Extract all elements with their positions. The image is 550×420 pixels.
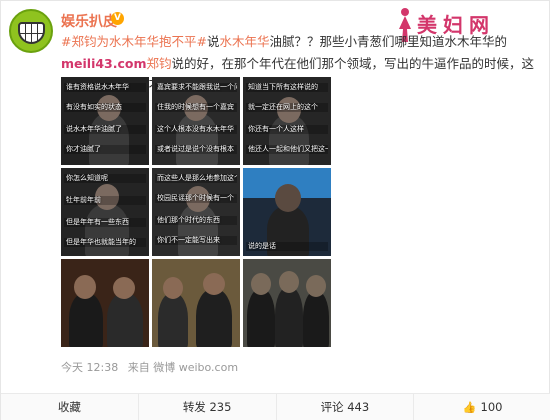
image-thumbnail[interactable] — [152, 259, 240, 347]
post-text-segment: 油腻？？那些小青葱们哪里知道水木年华的 — [269, 34, 507, 49]
action-bar: 收藏 转发 235 评论 443 👍 100 — [1, 393, 550, 420]
post-text-segment: 说 — [206, 34, 220, 49]
post-time[interactable]: 今天 12:38 — [61, 361, 118, 374]
image-thumbnail[interactable] — [243, 259, 331, 347]
source-label: 来自 — [127, 361, 150, 374]
thumbs-up-icon: 👍 — [462, 401, 477, 414]
image-thumbnail[interactable] — [61, 259, 149, 347]
watermark-url: meili43.com — [61, 56, 147, 71]
comment-label: 评论 443 — [320, 400, 370, 414]
image-thumbnail[interactable]: 知道当下所有这样说的 就一定还在网上的这个 你还有一个人这样 他还人一起和他们又… — [243, 77, 331, 165]
repost-label: 转发 235 — [182, 400, 232, 414]
author-name[interactable]: 娱乐扒皮 — [61, 11, 117, 31]
image-thumbnail[interactable]: 嘉宾要求不能跟我说一个问题 住我的时候想有一个嘉宾 这个人根本没有水木年华 或者… — [152, 77, 240, 165]
comment-button[interactable]: 评论 443 — [277, 394, 415, 420]
image-thumbnail[interactable]: 说的是话 — [243, 168, 331, 256]
post-meta: 今天 12:38 来自 微博 weibo.com — [61, 359, 238, 375]
hashtag-link[interactable]: #郑钧为水木年华抱不平# — [61, 34, 207, 49]
image-thumbnail[interactable]: 而这些人是那么地参加这个节目 校园民谣那个时候有一个 他们那个时代的东西 你们不… — [152, 168, 240, 256]
image-thumbnail[interactable]: 谁有资格说水木年华 有没有如实的状态 说水木年华油腻了 你才油腻了 — [61, 77, 149, 165]
favorite-button[interactable]: 收藏 — [1, 394, 139, 420]
like-button[interactable]: 👍 100 — [414, 394, 550, 420]
mention-link[interactable]: 水木年华 — [219, 34, 269, 49]
image-thumbnail[interactable]: 你怎么知道呢 牡年前年前 但是年年有一些东西 但是年华也就能当年的 — [61, 168, 149, 256]
avatar[interactable] — [9, 9, 53, 53]
favorite-label: 收藏 — [57, 400, 81, 414]
post-source[interactable]: 微博 weibo.com — [153, 361, 238, 374]
weibo-post-card: 娱乐扒皮 V 美妇网 #郑钧为水木年华抱不平#说水木年华油腻？？那些小青葱们哪里… — [0, 0, 550, 420]
verified-badge-icon: V — [111, 12, 124, 25]
like-count: 100 — [480, 400, 503, 414]
grin-face-icon — [18, 22, 45, 44]
image-grid: 谁有资格说水木年华 有没有如实的状态 说水木年华油腻了 你才油腻了 嘉宾要求不能… — [61, 77, 331, 353]
mention-link[interactable]: 郑钧 — [147, 56, 172, 71]
repost-button[interactable]: 转发 235 — [139, 394, 277, 420]
